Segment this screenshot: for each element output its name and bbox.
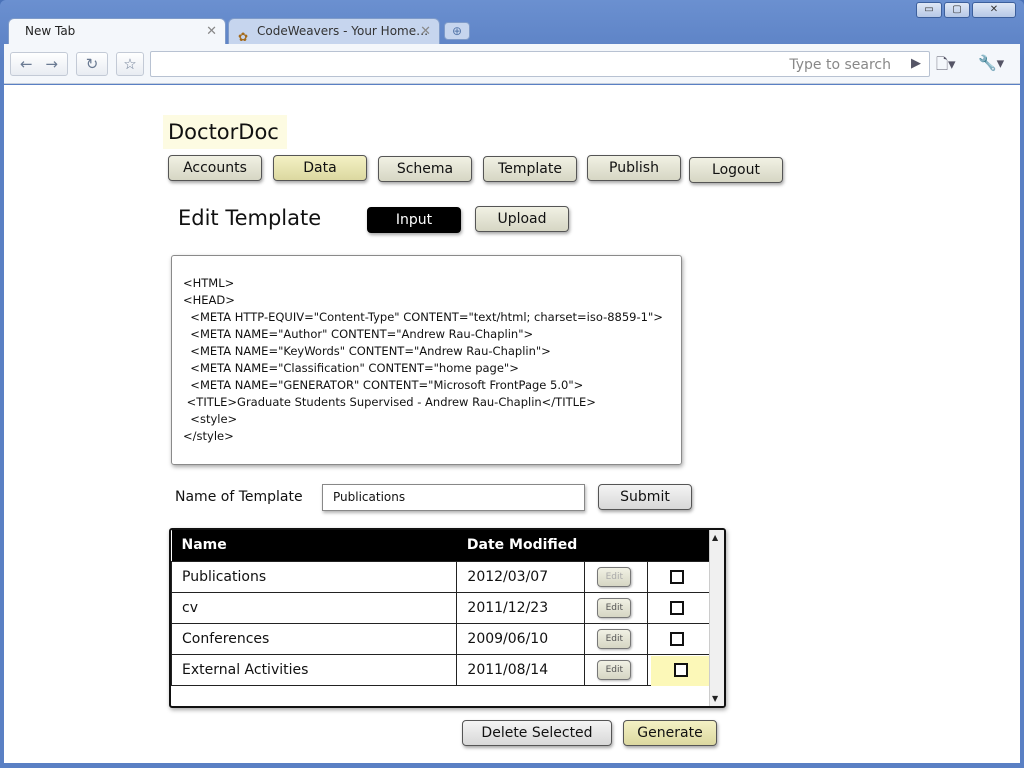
column-header-name: Name bbox=[171, 530, 457, 561]
forward-arrow-icon[interactable]: → bbox=[45, 55, 58, 73]
edit-button[interactable]: Edit bbox=[597, 597, 632, 618]
new-tab-icon[interactable]: ⊕ bbox=[444, 22, 470, 40]
row-checkbox[interactable] bbox=[670, 600, 685, 615]
wrench-icon[interactable]: 🔧▾ bbox=[978, 54, 1004, 72]
table-row-empty bbox=[171, 684, 711, 706]
row-name: External Activities bbox=[171, 653, 458, 686]
delete-selected-button[interactable]: Delete Selected bbox=[462, 720, 612, 746]
close-icon[interactable]: ✕ bbox=[972, 2, 1016, 18]
submit-button[interactable]: Submit bbox=[598, 484, 692, 510]
tab-codeweavers[interactable]: ✿ CodeWeavers - Your Home… ✕ bbox=[228, 18, 440, 44]
reload-icon[interactable]: ↻ bbox=[76, 52, 108, 76]
input-mode-button[interactable]: Input bbox=[367, 207, 461, 233]
bookmark-star-icon[interactable]: ☆ bbox=[116, 52, 144, 76]
tab-label: CodeWeavers - Your Home… bbox=[257, 24, 429, 38]
minimize-icon[interactable]: ▭ bbox=[916, 2, 942, 18]
row-checkbox[interactable] bbox=[670, 569, 685, 584]
tab-close-icon[interactable]: ✕ bbox=[420, 19, 431, 44]
row-date: 2012/03/07 bbox=[456, 560, 586, 593]
nav-accounts-button[interactable]: Accounts bbox=[168, 155, 262, 181]
edit-button[interactable]: Edit bbox=[597, 659, 632, 680]
table-header: Name Date Modified bbox=[171, 530, 711, 561]
logout-button[interactable]: Logout bbox=[689, 157, 783, 183]
templates-table: Name Date Modified Publications 2012/03/… bbox=[169, 528, 726, 708]
column-header-date: Date Modified bbox=[456, 530, 585, 561]
nav-template-button[interactable]: Template bbox=[483, 156, 577, 182]
row-checkbox[interactable] bbox=[670, 631, 685, 646]
back-forward-buttons[interactable]: ← → bbox=[10, 52, 68, 76]
window-controls: ▭ ▢ ✕ bbox=[916, 2, 1016, 18]
row-date: 2011/12/23 bbox=[456, 591, 586, 624]
template-name-input[interactable]: Publications bbox=[322, 484, 585, 511]
browser-toolbar: ← → ↻ ☆ Type to search ▶ 🗋▾ 🔧▾ bbox=[4, 44, 1020, 84]
back-arrow-icon[interactable]: ← bbox=[20, 55, 33, 73]
nav-publish-button[interactable]: Publish bbox=[587, 155, 681, 181]
favicon-icon: ✿ bbox=[238, 30, 249, 44]
row-checkbox[interactable] bbox=[674, 662, 689, 677]
edit-button[interactable]: Edit bbox=[597, 628, 632, 649]
row-date: 2009/06/10 bbox=[456, 622, 586, 655]
go-icon[interactable]: ▶ bbox=[911, 56, 921, 71]
page-content: DoctorDoc Accounts Data Schema Template … bbox=[4, 85, 1020, 763]
page-title: Edit Template bbox=[178, 206, 322, 230]
tab-new-tab[interactable]: New Tab ✕ bbox=[8, 18, 226, 44]
address-bar[interactable]: Type to search ▶ bbox=[150, 51, 930, 77]
table-row: Publications 2012/03/07 Edit bbox=[171, 560, 711, 593]
scroll-up-icon[interactable]: ▲ bbox=[712, 533, 718, 542]
row-name: Conferences bbox=[171, 622, 458, 655]
nav-data-button[interactable]: Data bbox=[273, 155, 367, 181]
tab-close-icon[interactable]: ✕ bbox=[206, 19, 217, 44]
search-placeholder: Type to search bbox=[789, 57, 891, 73]
row-name: cv bbox=[171, 591, 458, 624]
template-name-label: Name of Template bbox=[175, 489, 303, 505]
row-date: 2011/08/14 bbox=[456, 653, 586, 686]
upload-mode-button[interactable]: Upload bbox=[475, 206, 569, 232]
table-row: External Activities 2011/08/14 Edit bbox=[171, 653, 711, 686]
nav-schema-button[interactable]: Schema bbox=[378, 156, 472, 182]
edit-button[interactable]: Edit bbox=[597, 566, 632, 587]
maximize-icon[interactable]: ▢ bbox=[944, 2, 970, 18]
row-name: Publications bbox=[171, 560, 458, 593]
table-row: Conferences 2009/06/10 Edit bbox=[171, 622, 711, 655]
generate-button[interactable]: Generate bbox=[623, 720, 717, 746]
table-scrollbar[interactable]: ▲ ▼ bbox=[709, 530, 724, 706]
scroll-down-icon[interactable]: ▼ bbox=[712, 694, 718, 703]
tab-label: New Tab bbox=[25, 24, 76, 38]
template-code-editor[interactable]: <HTML> <HEAD> <META HTTP-EQUIV="Content-… bbox=[171, 255, 682, 465]
table-row: cv 2011/12/23 Edit bbox=[171, 591, 711, 624]
page-menu-icon[interactable]: 🗋▾ bbox=[936, 54, 956, 79]
browser-window: ▭ ▢ ✕ New Tab ✕ ✿ CodeWeavers - Your Hom… bbox=[0, 0, 1024, 768]
app-logo: DoctorDoc bbox=[163, 115, 287, 149]
